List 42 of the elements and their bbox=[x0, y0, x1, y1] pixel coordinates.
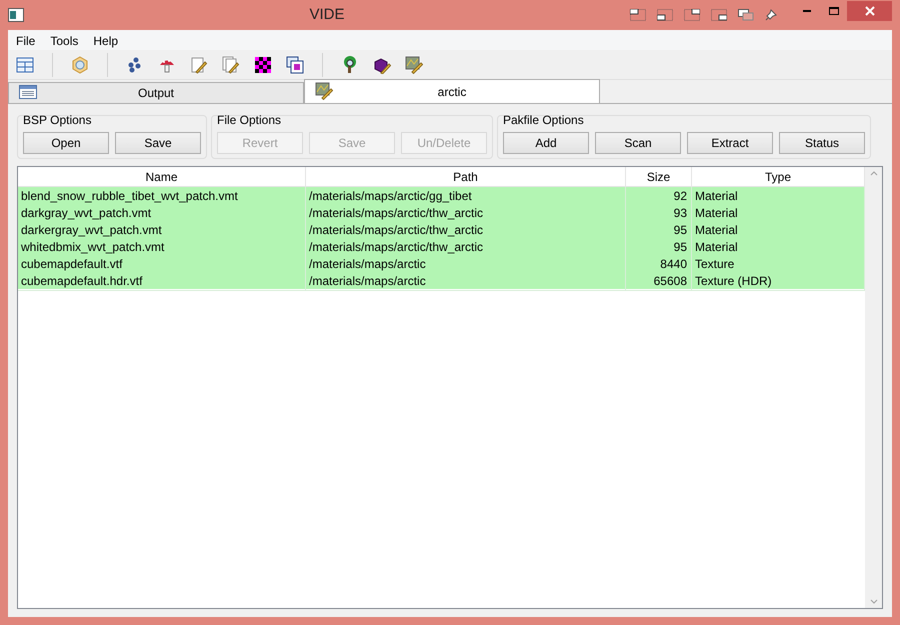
list-icon bbox=[19, 85, 37, 99]
windows-icon[interactable] bbox=[738, 9, 754, 21]
option-button[interactable]: Scan bbox=[595, 132, 681, 154]
option-button[interactable]: Save bbox=[115, 132, 201, 154]
column-header[interactable]: Path bbox=[306, 167, 626, 186]
snap-layout-icon[interactable] bbox=[711, 9, 727, 21]
windows-icon[interactable] bbox=[286, 56, 304, 74]
map-pencil-icon bbox=[315, 82, 333, 100]
checkerboard-icon[interactable] bbox=[254, 56, 272, 74]
pin-icon[interactable] bbox=[765, 9, 777, 21]
option-button[interactable]: Extract bbox=[687, 132, 773, 154]
menu-item[interactable]: Help bbox=[93, 32, 118, 50]
group-title: BSP Options bbox=[23, 112, 92, 129]
window-title: VIDE bbox=[309, 4, 344, 25]
pages-pencil-icon[interactable] bbox=[222, 56, 240, 74]
table-cell: /materials/maps/arctic bbox=[306, 272, 626, 291]
tree-magnifier-icon[interactable] bbox=[341, 56, 359, 74]
table-cell: Texture (HDR) bbox=[692, 272, 865, 291]
column-header[interactable]: Size bbox=[626, 167, 692, 186]
magnifier-icon[interactable] bbox=[71, 56, 89, 74]
map-pencil-icon bbox=[405, 56, 423, 74]
menu-item[interactable]: Tools bbox=[50, 32, 78, 50]
page-pencil-icon[interactable] bbox=[190, 56, 208, 74]
menu-item[interactable]: File bbox=[16, 32, 36, 50]
cube-pencil-icon[interactable] bbox=[373, 56, 391, 74]
tab[interactable]: arctic bbox=[304, 79, 600, 103]
close-icon bbox=[864, 6, 874, 16]
group-title: File Options bbox=[217, 112, 282, 129]
close-button[interactable] bbox=[847, 1, 892, 21]
grid-icon[interactable] bbox=[16, 56, 34, 74]
snap-layout-icon[interactable] bbox=[684, 9, 700, 21]
app-icon bbox=[8, 8, 24, 22]
column-header[interactable]: Name bbox=[18, 167, 306, 186]
option-button[interactable]: Status bbox=[779, 132, 865, 154]
snap-layout-icon[interactable] bbox=[657, 9, 673, 21]
option-button[interactable]: Add bbox=[503, 132, 589, 154]
tab[interactable]: Output bbox=[8, 82, 304, 103]
table-cell: cubemapdefault.hdr.vtf bbox=[18, 272, 306, 291]
group-title: Pakfile Options bbox=[503, 112, 585, 129]
snap-layout-icon[interactable] bbox=[630, 9, 646, 21]
option-button[interactable]: Open bbox=[23, 132, 109, 154]
table-cell: 65608 bbox=[626, 272, 692, 291]
